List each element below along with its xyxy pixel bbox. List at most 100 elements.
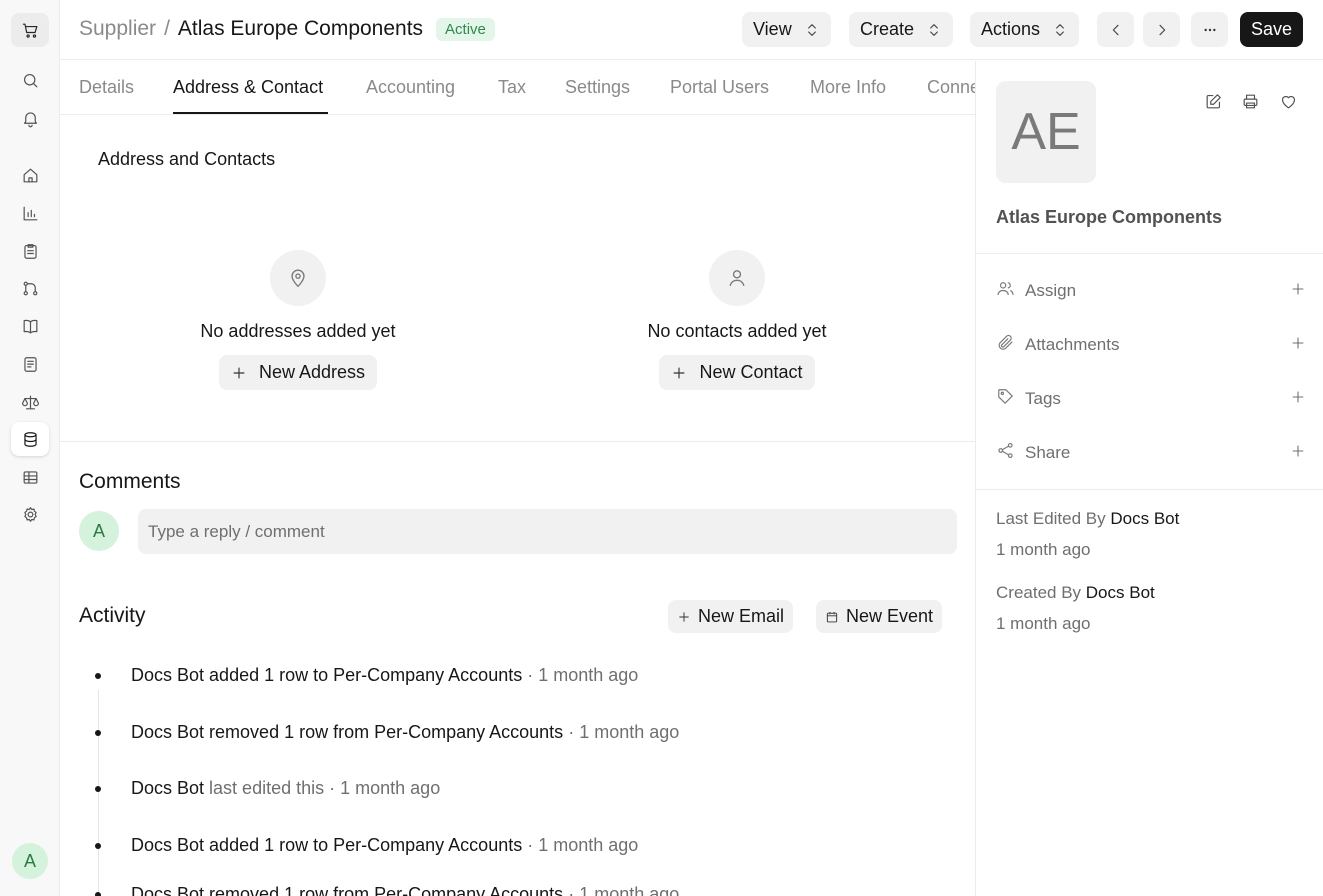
new-address-button[interactable]: New Address xyxy=(218,355,378,390)
assign-row[interactable]: Assign xyxy=(996,276,1306,306)
created-user[interactable]: Docs Bot xyxy=(1086,583,1155,602)
save-button[interactable]: Save xyxy=(1240,12,1304,47)
more-options-button[interactable] xyxy=(1191,12,1228,47)
chevron-right-icon xyxy=(1158,24,1165,35)
print-icon[interactable] xyxy=(1237,88,1263,114)
share-row[interactable]: Share xyxy=(996,438,1306,468)
page-header: Supplier / Atlas Europe Components Activ… xyxy=(60,0,1323,60)
previous-record-button[interactable] xyxy=(1097,12,1134,47)
tab-tax[interactable]: Tax xyxy=(498,77,526,98)
home-icon[interactable] xyxy=(11,158,49,192)
next-record-button[interactable] xyxy=(1143,12,1180,47)
activity-action: removed 1 row from Per-Company Accounts xyxy=(209,722,564,742)
activity-actor[interactable]: Docs Bot xyxy=(131,884,204,896)
new-contact-label: New Contact xyxy=(699,362,803,382)
user-avatar[interactable]: A xyxy=(12,843,48,879)
new-event-label: New Event xyxy=(846,606,934,626)
tag-icon xyxy=(996,387,1015,411)
activity-time: · 1 month ago xyxy=(527,835,639,855)
clipboard-icon[interactable] xyxy=(11,234,49,268)
add-tag-plus-icon[interactable] xyxy=(1290,389,1306,410)
table-icon[interactable] xyxy=(11,460,49,494)
add-share-plus-icon[interactable] xyxy=(1290,443,1306,464)
new-email-label: New Email xyxy=(698,606,785,626)
tab-details[interactable]: Details xyxy=(79,77,134,98)
comment-input[interactable] xyxy=(138,509,957,554)
activity-actor[interactable]: Docs Bot xyxy=(131,835,204,855)
activity-actor[interactable]: Docs Bot xyxy=(131,665,204,685)
share-label: Share xyxy=(1025,443,1071,462)
last-edited-by: Last Edited By Docs Bot xyxy=(996,509,1179,529)
breadcrumb: Supplier / Atlas Europe Components Activ… xyxy=(79,17,495,41)
addresses-empty-state: No addresses added yet New Address xyxy=(168,250,428,390)
attachments-label: Attachments xyxy=(1025,335,1120,354)
create-dropdown-button[interactable]: Create xyxy=(849,12,954,47)
git-branch-icon[interactable] xyxy=(11,271,49,305)
activity-item: Docs Bot added 1 row to Per-Company Acco… xyxy=(95,835,638,856)
add-assign-plus-icon[interactable] xyxy=(1290,281,1306,302)
actions-dropdown-button[interactable]: Actions xyxy=(970,12,1080,47)
tab-accounting[interactable]: Accounting xyxy=(366,77,455,98)
timeline-dot xyxy=(95,673,101,679)
breadcrumb-parent[interactable]: Supplier xyxy=(79,17,156,41)
created-prefix: Created By xyxy=(996,583,1082,602)
record-sidebar: AE Atlas Europe Components Assign Attach… xyxy=(975,61,1323,896)
record-name: Atlas Europe Components xyxy=(996,207,1223,227)
tags-row[interactable]: Tags xyxy=(996,384,1306,414)
app-logo-cart-icon[interactable] xyxy=(11,13,49,47)
timeline-dot xyxy=(95,730,101,736)
settings-icon[interactable] xyxy=(11,497,49,531)
user-icon xyxy=(709,250,765,306)
new-event-button[interactable]: New Event xyxy=(816,600,943,633)
scale-icon[interactable] xyxy=(11,385,49,419)
activity-action: added 1 row to Per-Company Accounts xyxy=(209,665,523,685)
edit-icon[interactable] xyxy=(1200,88,1226,114)
heart-icon[interactable] xyxy=(1275,88,1301,114)
record-avatar[interactable]: AE xyxy=(996,81,1096,183)
plus-icon xyxy=(674,367,685,378)
tab-address-contact[interactable]: Address & Contact xyxy=(173,77,323,98)
breadcrumb-separator: / xyxy=(164,17,170,40)
activity-actor[interactable]: Docs Bot xyxy=(131,778,204,798)
ellipsis-icon xyxy=(1203,28,1216,31)
tab-portal-users[interactable]: Portal Users xyxy=(670,77,769,98)
chevron-updown-icon xyxy=(807,23,816,36)
sidebar-divider xyxy=(976,253,1323,254)
search-icon[interactable] xyxy=(11,63,49,97)
record-tabs: Details Address & Contact Accounting Tax… xyxy=(60,61,975,115)
plus-icon xyxy=(679,611,689,622)
activity-action: added 1 row to Per-Company Accounts xyxy=(209,835,523,855)
chevron-updown-icon xyxy=(930,23,938,36)
activity-time: · 1 month ago xyxy=(568,884,680,896)
last-edited-user[interactable]: Docs Bot xyxy=(1110,509,1179,528)
activity-item: Docs Bot removed 1 row from Per-Company … xyxy=(95,722,679,743)
page-title: Atlas Europe Components xyxy=(177,17,424,40)
book-icon[interactable] xyxy=(11,309,49,343)
attachments-row[interactable]: Attachments xyxy=(996,330,1306,360)
assign-label: Assign xyxy=(1025,281,1077,300)
timeline-dot xyxy=(95,786,101,792)
view-label: View xyxy=(753,19,792,39)
tags-label: Tags xyxy=(1025,389,1061,408)
sidebar-divider xyxy=(976,489,1323,490)
bell-icon[interactable] xyxy=(11,101,49,135)
section-title: Address and Contacts xyxy=(98,149,276,169)
database-icon[interactable] xyxy=(11,422,49,456)
plus-icon xyxy=(233,367,245,378)
contacts-empty-text: No contacts added yet xyxy=(647,321,827,341)
activity-action: removed 1 row from Per-Company Accounts xyxy=(209,884,564,896)
last-edited-time: 1 month ago xyxy=(996,540,1091,559)
new-email-button[interactable]: New Email xyxy=(668,600,794,633)
activity-action: last edited this xyxy=(209,778,325,798)
document-icon[interactable] xyxy=(11,347,49,381)
add-attachment-plus-icon[interactable] xyxy=(1290,335,1306,356)
activity-actor[interactable]: Docs Bot xyxy=(131,722,204,742)
view-dropdown-button[interactable]: View xyxy=(742,12,831,47)
chart-icon[interactable] xyxy=(11,196,49,230)
tab-settings[interactable]: Settings xyxy=(565,77,630,98)
tab-more-info[interactable]: More Info xyxy=(810,77,886,98)
new-contact-button[interactable]: New Contact xyxy=(659,355,815,390)
tab-connections[interactable]: Connections xyxy=(927,77,975,98)
section-divider xyxy=(60,441,975,442)
activity-title: Activity xyxy=(79,604,146,627)
